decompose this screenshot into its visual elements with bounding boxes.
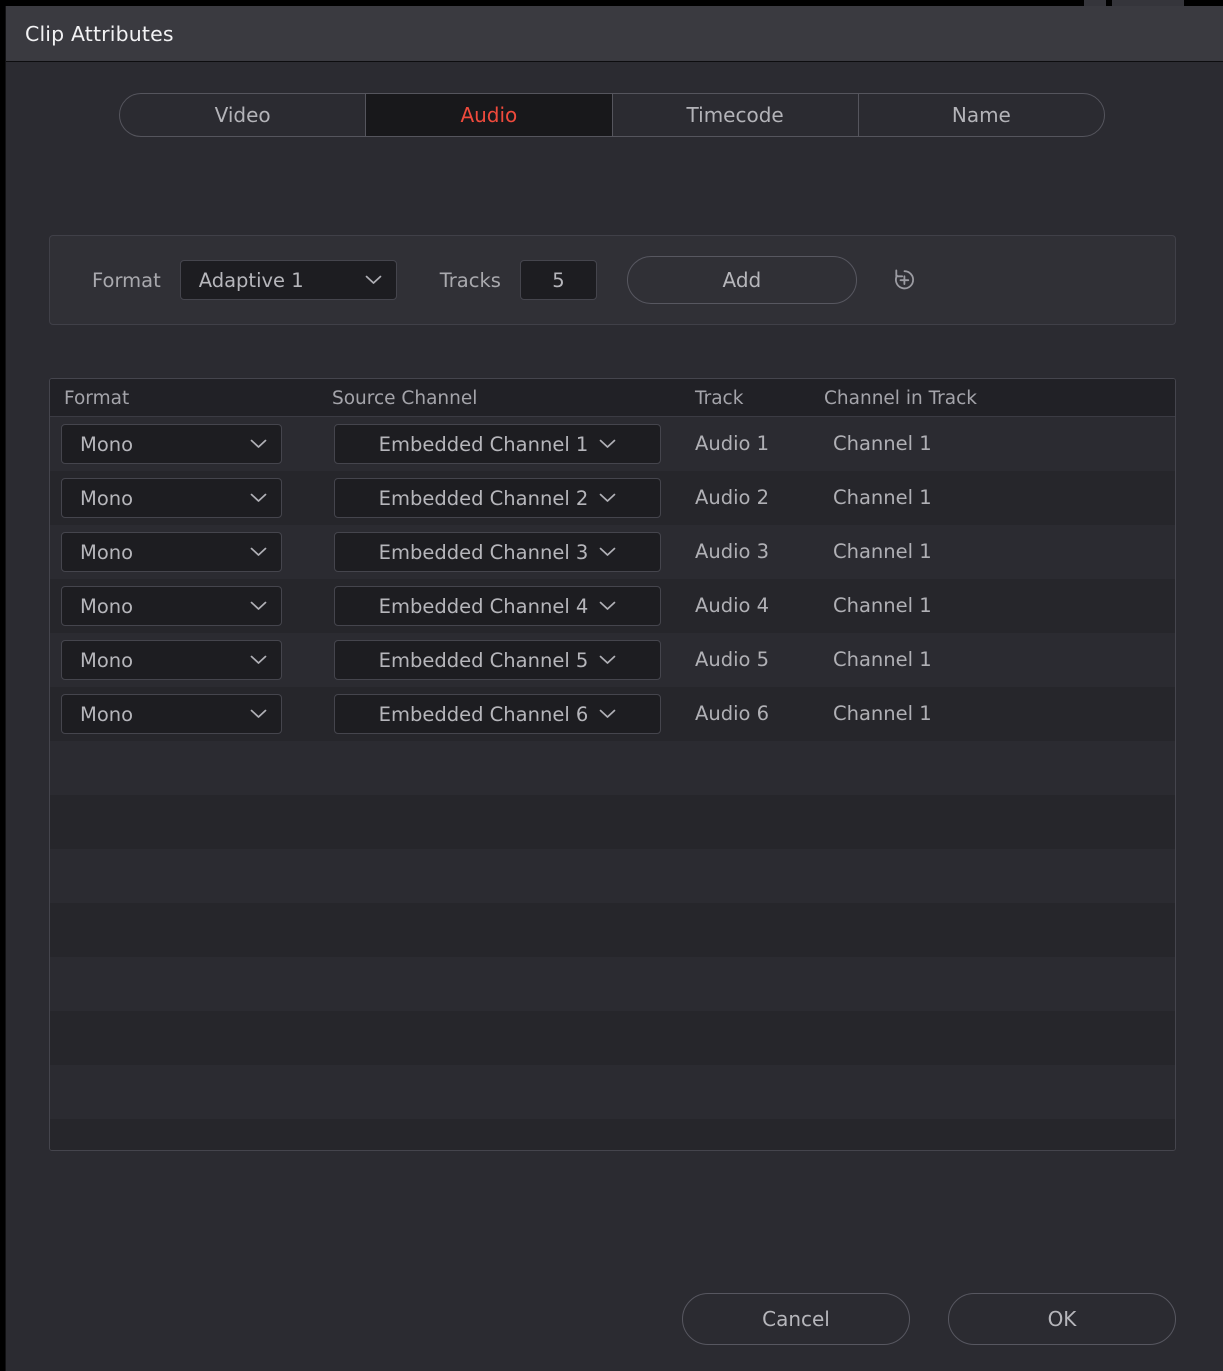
ok-button[interactable]: OK bbox=[948, 1293, 1176, 1345]
tracks-input-value: 5 bbox=[552, 268, 565, 292]
row-format-dropdown[interactable]: Mono bbox=[61, 694, 282, 734]
dialog-titlebar: Clip Attributes bbox=[6, 6, 1223, 62]
row-source-channel-dropdown[interactable]: Embedded Channel 3 bbox=[334, 532, 661, 572]
chevron-down-icon bbox=[599, 547, 616, 557]
row-format-dropdown[interactable]: Mono bbox=[61, 478, 282, 518]
table-empty-row bbox=[50, 903, 1175, 957]
row-track-value: Audio 2 bbox=[695, 486, 770, 509]
dialog-footer: Cancel OK bbox=[682, 1293, 1176, 1345]
tab-audio[interactable]: Audio bbox=[366, 94, 613, 136]
row-source-channel-dropdown[interactable]: Embedded Channel 4 bbox=[334, 586, 661, 626]
chevron-down-icon bbox=[599, 439, 616, 449]
tracks-input[interactable]: 5 bbox=[519, 260, 597, 300]
row-source-channel-value: Embedded Channel 5 bbox=[378, 648, 589, 672]
row-channel-in-track-value: Channel 1 bbox=[833, 486, 932, 509]
reset-add-icon[interactable] bbox=[887, 263, 921, 297]
row-channel-in-track-value: Channel 1 bbox=[833, 594, 932, 617]
row-track-value: Audio 5 bbox=[695, 648, 770, 671]
chevron-down-icon bbox=[250, 709, 267, 719]
table-row: Mono Embedded Channel 6 Audio 6 Channel 1 bbox=[50, 687, 1175, 741]
table-row: Mono Embedded Channel 4 Audio 4 Channel 1 bbox=[50, 579, 1175, 633]
row-format-dropdown[interactable]: Mono bbox=[61, 640, 282, 680]
format-label: Format bbox=[92, 268, 161, 292]
row-source-channel-value: Embedded Channel 6 bbox=[378, 702, 589, 726]
row-source-channel-dropdown[interactable]: Embedded Channel 1 bbox=[334, 424, 661, 464]
tab-timecode[interactable]: Timecode bbox=[613, 94, 859, 136]
table-row: Mono Embedded Channel 3 Audio 3 Channel 1 bbox=[50, 525, 1175, 579]
row-channel-in-track-value: Channel 1 bbox=[833, 648, 932, 671]
chevron-down-icon bbox=[599, 655, 616, 665]
row-source-channel-value: Embedded Channel 2 bbox=[378, 486, 589, 510]
add-button-label: Add bbox=[722, 268, 762, 292]
column-header-track: Track bbox=[695, 388, 744, 409]
chevron-down-icon bbox=[250, 655, 267, 665]
row-format-value: Mono bbox=[80, 486, 134, 510]
column-header-source-channel: Source Channel bbox=[332, 388, 478, 409]
chevron-down-icon bbox=[599, 709, 616, 719]
table-row: Mono Embedded Channel 5 Audio 5 Channel 1 bbox=[50, 633, 1175, 687]
chevron-down-icon bbox=[250, 547, 267, 557]
format-dropdown-value: Adaptive 1 bbox=[198, 268, 304, 292]
chevron-down-icon bbox=[250, 493, 267, 503]
row-source-channel-dropdown[interactable]: Embedded Channel 2 bbox=[334, 478, 661, 518]
row-source-channel-dropdown[interactable]: Embedded Channel 6 bbox=[334, 694, 661, 734]
dialog-title: Clip Attributes bbox=[25, 22, 174, 46]
table-empty-row bbox=[50, 849, 1175, 903]
chevron-down-icon bbox=[599, 493, 616, 503]
row-format-value: Mono bbox=[80, 648, 134, 672]
row-format-dropdown[interactable]: Mono bbox=[61, 532, 282, 572]
tab-name[interactable]: Name bbox=[859, 94, 1104, 136]
column-header-channel-in-track: Channel in Track bbox=[824, 388, 977, 409]
row-channel-in-track-value: Channel 1 bbox=[833, 702, 932, 725]
dialog-body: Video Audio Timecode Name Format Adaptiv… bbox=[6, 63, 1223, 1371]
table-empty-row bbox=[50, 1119, 1175, 1150]
chevron-down-icon bbox=[250, 439, 267, 449]
row-source-channel-value: Embedded Channel 4 bbox=[378, 594, 589, 618]
row-track-value: Audio 1 bbox=[695, 432, 770, 455]
table-empty-row bbox=[50, 795, 1175, 849]
table-header-row: Format Source Channel Track Channel in T… bbox=[50, 379, 1175, 417]
row-format-value: Mono bbox=[80, 432, 134, 456]
row-format-dropdown[interactable]: Mono bbox=[61, 586, 282, 626]
tab-video[interactable]: Video bbox=[120, 94, 367, 136]
row-source-channel-value: Embedded Channel 1 bbox=[378, 432, 589, 456]
row-source-channel-dropdown[interactable]: Embedded Channel 5 bbox=[334, 640, 661, 680]
row-channel-in-track-value: Channel 1 bbox=[833, 540, 932, 563]
table-empty-row bbox=[50, 1065, 1175, 1119]
tracks-label: Tracks bbox=[439, 268, 501, 292]
row-format-value: Mono bbox=[80, 702, 134, 726]
table-empty-row bbox=[50, 741, 1175, 795]
clip-attributes-dialog: Clip Attributes Video Audio Timecode Nam… bbox=[5, 6, 1223, 1371]
row-track-value: Audio 4 bbox=[695, 594, 770, 617]
table-empty-row bbox=[50, 957, 1175, 1011]
channel-mapping-table: Format Source Channel Track Channel in T… bbox=[49, 378, 1176, 1151]
audio-format-panel: Format Adaptive 1 Tracks 5 Add bbox=[49, 235, 1176, 325]
chevron-down-icon bbox=[365, 275, 382, 285]
chevron-down-icon bbox=[599, 601, 616, 611]
table-body: Mono Embedded Channel 1 Audio 1 Channel 1 Mo… bbox=[50, 417, 1175, 1150]
row-format-dropdown[interactable]: Mono bbox=[61, 424, 282, 464]
table-row: Mono Embedded Channel 1 Audio 1 Channel 1 bbox=[50, 417, 1175, 471]
row-track-value: Audio 3 bbox=[695, 540, 770, 563]
column-header-format: Format bbox=[64, 388, 130, 409]
row-source-channel-value: Embedded Channel 3 bbox=[378, 540, 589, 564]
table-row: Mono Embedded Channel 2 Audio 2 Channel 1 bbox=[50, 471, 1175, 525]
table-empty-row bbox=[50, 1011, 1175, 1065]
row-format-value: Mono bbox=[80, 540, 134, 564]
add-button[interactable]: Add bbox=[626, 256, 857, 304]
row-channel-in-track-value: Channel 1 bbox=[833, 432, 932, 455]
format-dropdown[interactable]: Adaptive 1 bbox=[179, 260, 397, 300]
row-format-value: Mono bbox=[80, 594, 134, 618]
chevron-down-icon bbox=[250, 601, 267, 611]
tab-bar: Video Audio Timecode Name bbox=[119, 93, 1105, 137]
cancel-button[interactable]: Cancel bbox=[682, 1293, 910, 1345]
row-track-value: Audio 6 bbox=[695, 702, 770, 725]
